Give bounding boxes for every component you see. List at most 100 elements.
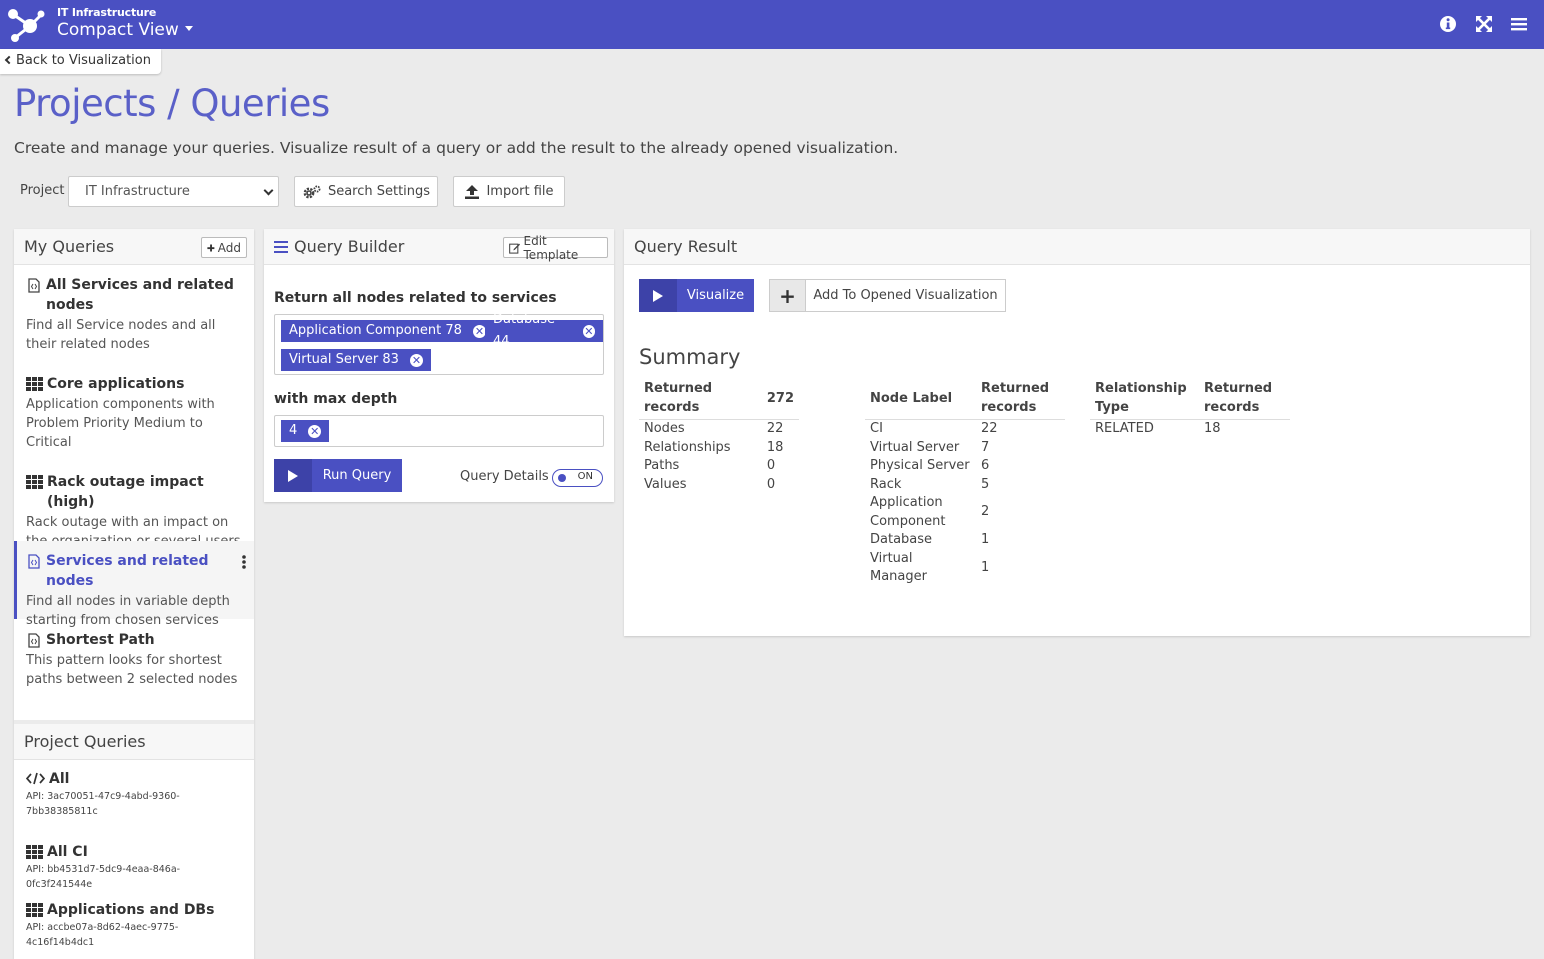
chevron-left-icon bbox=[4, 55, 14, 65]
table-cell: 22 bbox=[981, 421, 998, 436]
table-row: Paths 0 bbox=[639, 457, 799, 476]
table-cell: 18 bbox=[1204, 421, 1221, 436]
queries-panel: My Queries Add All Services and related … bbox=[14, 229, 254, 959]
project-query-api: API: bb4531d7-5dc9-4eaa-846a-0fc3f241544… bbox=[26, 864, 181, 890]
query-item-title: Core applications bbox=[47, 376, 185, 392]
search-settings-button[interactable]: Search Settings bbox=[294, 176, 438, 207]
plus-icon: + bbox=[770, 280, 806, 311]
add-query-button[interactable]: Add bbox=[201, 237, 247, 258]
info-icon[interactable] bbox=[1436, 12, 1460, 36]
search-settings-label: Search Settings bbox=[327, 184, 431, 199]
query-item-title: Shortest Path bbox=[46, 632, 155, 648]
table-row: Virtual Server 7 bbox=[865, 439, 1065, 458]
query-item-services-related[interactable]: Services and related nodes Find all node… bbox=[14, 541, 254, 628]
table-cell: Values bbox=[644, 476, 687, 492]
remove-tag-icon[interactable]: ✕ bbox=[582, 324, 595, 338]
query-builder-header: Query Builder Edit Template bbox=[264, 229, 614, 265]
edit-icon bbox=[509, 243, 521, 254]
query-item-core-applications[interactable]: Core applications Application components… bbox=[14, 374, 254, 452]
table-cell: 5 bbox=[981, 476, 990, 492]
view-selector[interactable]: Compact View bbox=[57, 20, 193, 40]
table-cell: 6 bbox=[981, 458, 990, 473]
add-query-label: Add bbox=[217, 240, 241, 255]
edit-template-label: Edit Template bbox=[523, 233, 579, 262]
my-queries-title: My Queries bbox=[24, 237, 115, 256]
page-title: Projects / Queries bbox=[14, 82, 330, 125]
depth-tag: 4 ✕ bbox=[281, 420, 330, 442]
query-item-all-services[interactable]: All Services and related nodes Find all … bbox=[14, 275, 254, 354]
menu-icon[interactable] bbox=[1507, 12, 1531, 36]
summary-title: Summary bbox=[639, 345, 741, 369]
project-select[interactable]: IT Infrastructure bbox=[68, 176, 279, 207]
service-tag: Virtual Server 83 ✕ bbox=[281, 349, 431, 371]
table-cell: Paths bbox=[644, 458, 680, 473]
remove-tag-icon[interactable]: ✕ bbox=[409, 353, 423, 367]
depth-tag-input[interactable]: 4 ✕ bbox=[274, 415, 604, 447]
services-tag-input[interactable]: Application Component 78 ✕ Database 44 ✕ V… bbox=[274, 312, 604, 375]
add-to-opened-visualization-button[interactable]: + Add To Opened Visualization bbox=[769, 279, 1006, 312]
code-file-icon bbox=[28, 633, 40, 648]
page-description: Create and manage your queries. Visualiz… bbox=[14, 139, 899, 157]
table-cell: Nodes bbox=[644, 421, 685, 436]
node-label-table: Node Label Returned records CI 22 Virtual… bbox=[865, 379, 1065, 587]
query-item-title: Services and related nodes bbox=[46, 553, 209, 589]
chevron-down-icon bbox=[263, 185, 274, 196]
project-query-apps-dbs[interactable]: Applications and DBs API: accbe07a-8d62-… bbox=[14, 900, 254, 950]
table-header-cell: 272 bbox=[761, 379, 799, 420]
query-item-title-row: Services and related nodes bbox=[26, 551, 254, 591]
query-details-toggle[interactable]: ON bbox=[552, 469, 603, 487]
table-header-cell: Returned records bbox=[976, 379, 1065, 420]
query-result-title: Query Result bbox=[634, 237, 738, 256]
query-item-title-row: Rack outage impact (high) bbox=[26, 472, 254, 512]
plus-icon bbox=[207, 244, 215, 251]
query-item-title: All Services and related nodes bbox=[46, 277, 234, 313]
table-row: Relationships 18 bbox=[639, 439, 799, 458]
query-item-description: Find all Service nodes and all their rel… bbox=[26, 318, 216, 352]
table-header-cell: Returned records bbox=[639, 379, 762, 420]
depth-label: with max depth bbox=[274, 391, 398, 407]
code-file-icon bbox=[28, 278, 40, 293]
table-cell: RELATED bbox=[1095, 421, 1154, 436]
project-select-value: IT Infrastructure bbox=[85, 184, 190, 199]
service-tag-label: Application Component 78 bbox=[289, 323, 462, 338]
table-row: Physical Server 6 bbox=[865, 457, 1065, 476]
run-query-button[interactable]: Run Query bbox=[274, 459, 402, 492]
grid-icon bbox=[26, 377, 43, 391]
query-details-label: Query Details bbox=[460, 469, 549, 484]
service-tag: Application Component 78 ✕ bbox=[281, 320, 494, 342]
import-file-label: Import file bbox=[486, 184, 554, 199]
remove-tag-icon[interactable]: ✕ bbox=[308, 424, 322, 438]
query-item-description: This pattern looks for shortest paths be… bbox=[26, 653, 238, 687]
table-cell: Physical Server bbox=[870, 458, 970, 473]
run-query-label: Run Query bbox=[322, 468, 392, 483]
project-query-title: Applications and DBs bbox=[47, 902, 215, 918]
back-link-label: Back to Visualization bbox=[16, 53, 151, 68]
remove-tag-icon[interactable]: ✕ bbox=[472, 324, 486, 338]
table-cell: 18 bbox=[766, 439, 784, 455]
table-cell: 0 bbox=[766, 476, 776, 492]
grid-icon bbox=[26, 903, 43, 917]
relationship-type-table: Relationship Type Returned records RELAT… bbox=[1090, 379, 1290, 439]
query-item-rack-outage[interactable]: Rack outage impact (high) Rack outage wi… bbox=[14, 472, 254, 551]
toggle-knob bbox=[558, 474, 566, 482]
service-tag: Database 44 ✕ bbox=[485, 312, 603, 349]
project-query-all-ci[interactable]: All CI API: bb4531d7-5dc9-4eaa-846a-0fc3… bbox=[14, 842, 254, 892]
more-vertical-icon[interactable] bbox=[242, 555, 246, 569]
code-file-icon bbox=[28, 554, 40, 569]
fullscreen-icon[interactable] bbox=[1472, 12, 1496, 36]
table-row: Rack 5 bbox=[865, 476, 1065, 495]
app-logo-icon[interactable] bbox=[6, 6, 46, 44]
table-header-cell: Relationship Type bbox=[1090, 379, 1199, 420]
query-item-description: Application components with Problem Prio… bbox=[26, 397, 215, 450]
query-item-shortest-path[interactable]: Shortest Path This pattern looks for sho… bbox=[14, 630, 254, 689]
project-label: Project bbox=[20, 183, 65, 198]
add-to-opened-label: Add To Opened Visualization bbox=[813, 288, 998, 303]
project-query-all[interactable]: All API: 3ac70051-47c9-4abd-9360-7bb3838… bbox=[14, 769, 254, 819]
back-to-visualization-link[interactable]: Back to Visualization bbox=[0, 49, 161, 74]
gears-icon bbox=[303, 185, 321, 198]
table-header-row: Relationship Type Returned records bbox=[1090, 379, 1290, 420]
edit-template-button[interactable]: Edit Template bbox=[503, 234, 608, 262]
table-cell: Database bbox=[870, 532, 933, 547]
visualize-button[interactable]: Visualize bbox=[639, 279, 754, 312]
import-file-button[interactable]: Import file bbox=[453, 176, 565, 207]
